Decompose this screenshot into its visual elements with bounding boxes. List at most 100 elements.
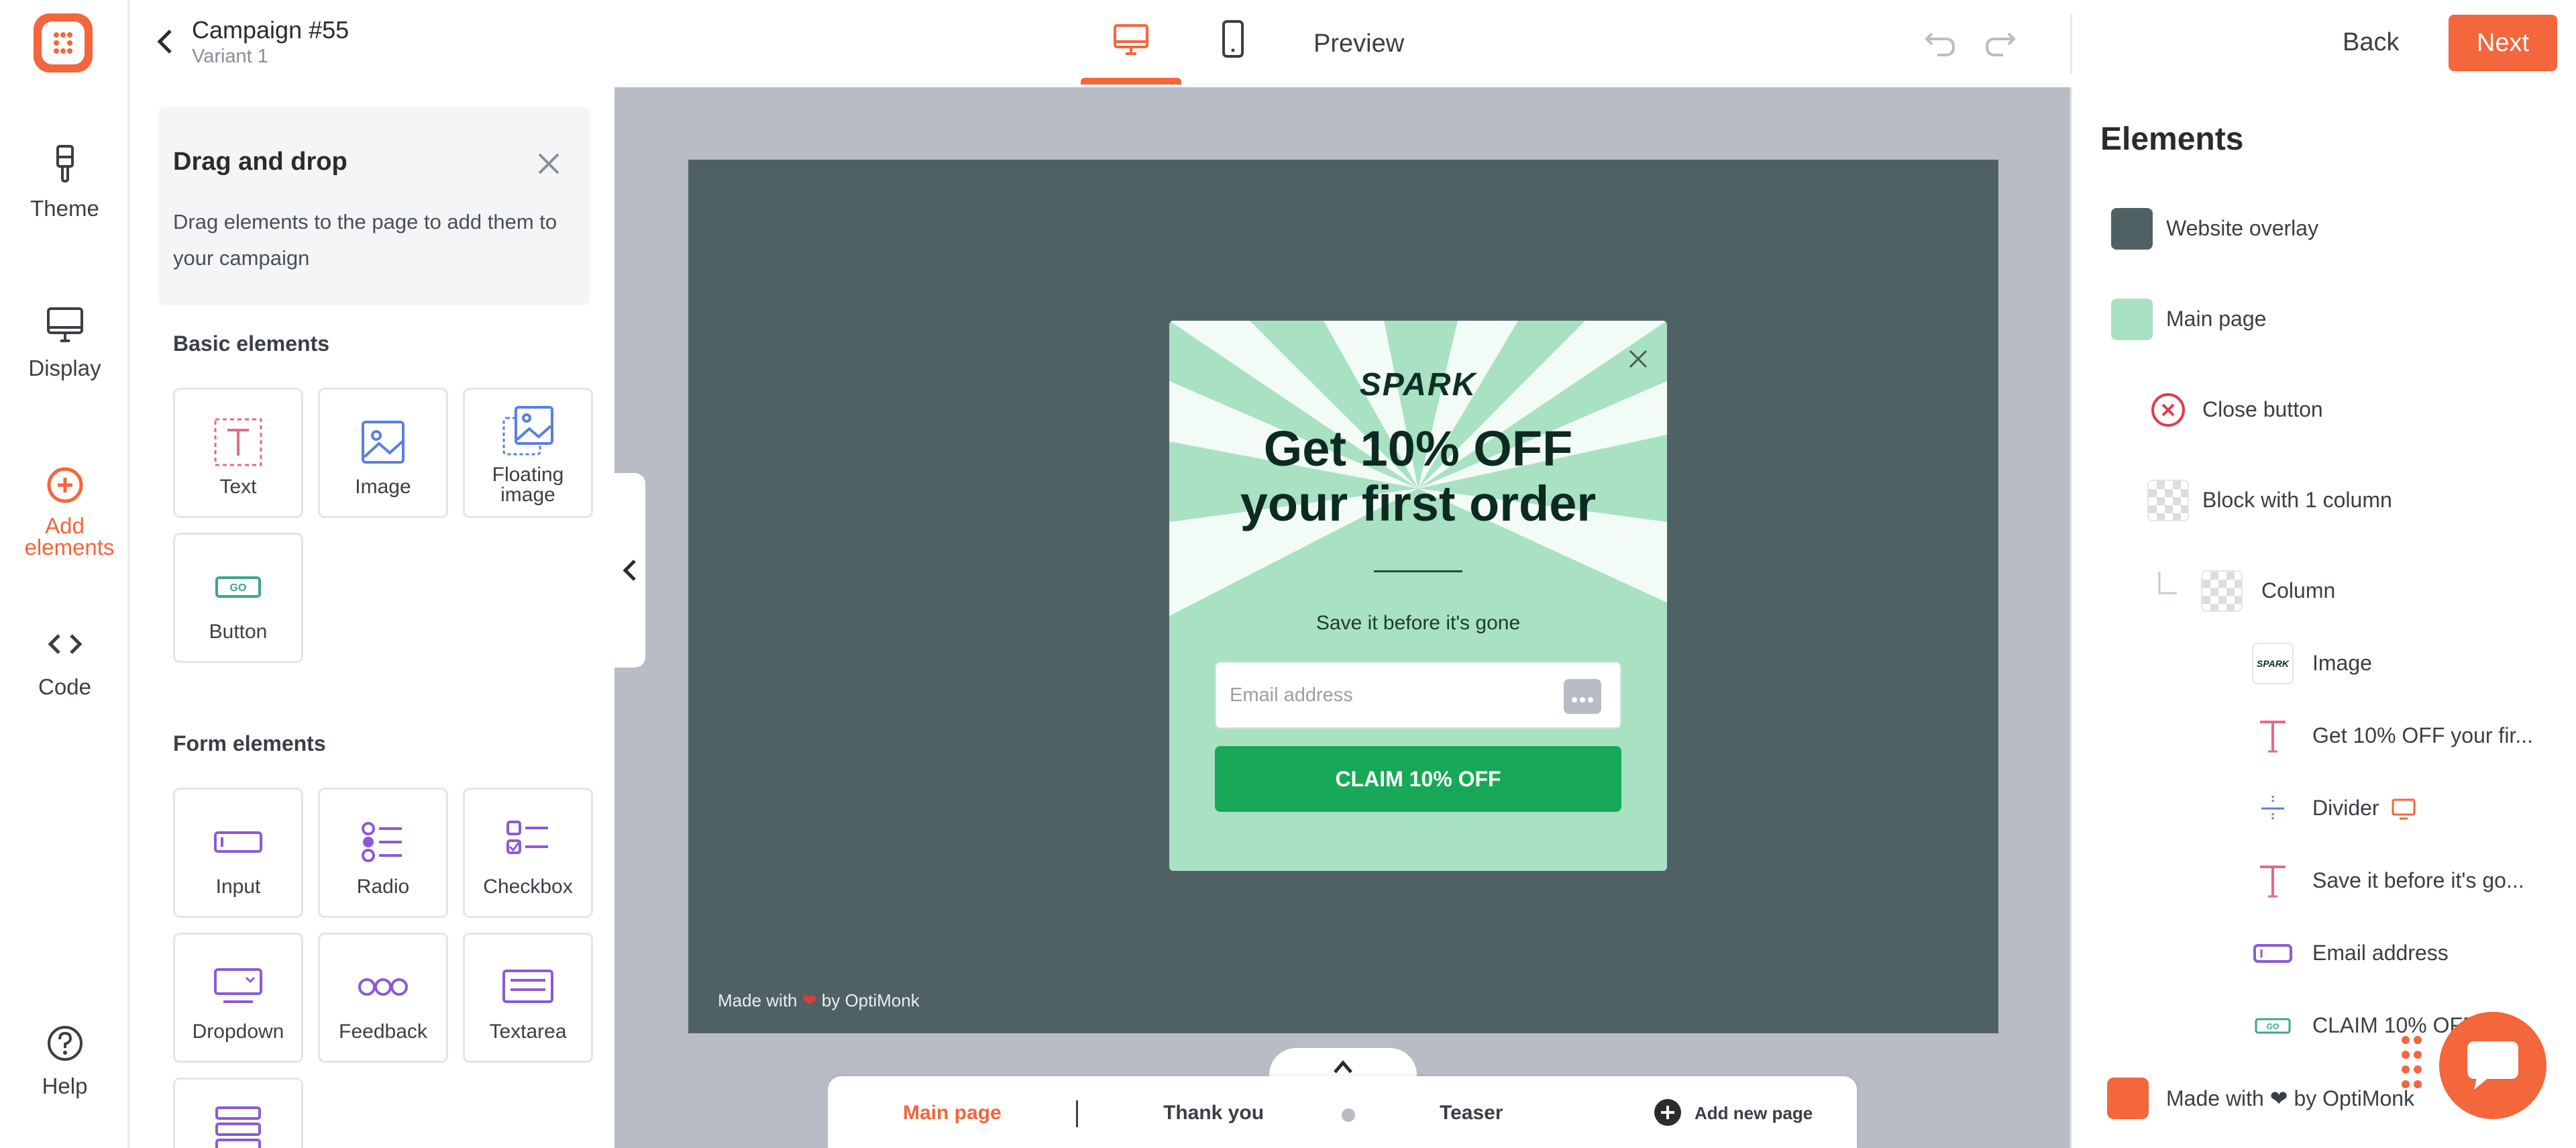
page-tab-thank-you[interactable]: Thank you: [1163, 1102, 1264, 1125]
stack-icon: [215, 1106, 261, 1148]
basic-elements-title: Basic elements: [173, 331, 330, 356]
element-more[interactable]: [173, 1078, 303, 1148]
element-radio[interactable]: Radio: [318, 788, 448, 918]
desktop-view-icon[interactable]: [1111, 19, 1151, 59]
header-divider: [2070, 13, 2072, 74]
rail-display[interactable]: Display: [0, 302, 129, 381]
popup-main-page[interactable]: SPARK Get 10% OFF your first order Save …: [1169, 321, 1667, 871]
password-manager-icon[interactable]: [1564, 679, 1601, 714]
popup-divider[interactable]: [1374, 570, 1462, 572]
monitor-icon: [46, 307, 83, 342]
spark-logo[interactable]: SPARK: [1169, 366, 1667, 403]
email-placeholder: Email address: [1230, 684, 1353, 706]
add-page-icon[interactable]: [1653, 1098, 1682, 1127]
rail-help[interactable]: Help: [0, 1020, 129, 1099]
rail-theme[interactable]: Theme: [0, 142, 129, 221]
block-swatch: [2147, 480, 2189, 521]
email-field[interactable]: Email address: [1215, 662, 1621, 729]
text-icon: [2260, 721, 2286, 753]
checkbox-icon: [506, 821, 548, 854]
made-with-optimonk[interactable]: Made with ❤ by OptiMonk: [718, 990, 920, 1011]
element-text-label: Text: [219, 476, 257, 498]
layer-column[interactable]: Column: [2261, 578, 2335, 603]
close-button-icon: [2151, 393, 2185, 427]
chat-widget-button[interactable]: [2439, 1012, 2546, 1119]
app-logo[interactable]: [34, 13, 93, 72]
textarea-icon: [502, 970, 553, 1003]
svg-text:GO: GO: [2267, 1022, 2279, 1031]
website-overlay[interactable]: Made with ❤ by OptiMonk SPARK Get 10% OF…: [688, 160, 1998, 1033]
element-floating-image[interactable]: Floating image: [463, 388, 593, 518]
headline-line-2: your first order: [1240, 476, 1597, 531]
element-text[interactable]: Text: [173, 388, 303, 518]
elements-panel: Drag and drop Drag elements to the page …: [131, 87, 614, 1148]
optimonk-logo-icon: [2107, 1078, 2149, 1119]
popup-subtext[interactable]: Save it before it's gone: [1169, 612, 1667, 635]
active-device-indicator: [1081, 78, 1181, 85]
page-separator: [1076, 1100, 1078, 1127]
layer-subtext[interactable]: Save it before it's go...: [2312, 868, 2524, 893]
element-input-label: Input: [215, 876, 261, 898]
rail-add-elements[interactable]: Add elements: [0, 441, 129, 558]
page-tab-main[interactable]: Main page: [903, 1102, 1002, 1125]
element-floating-image-label: Floating image: [492, 464, 564, 506]
element-feedback[interactable]: Feedback: [318, 933, 448, 1063]
layer-close-button[interactable]: Close button: [2202, 397, 2323, 422]
element-input[interactable]: Input: [173, 788, 303, 918]
image-icon: [362, 421, 405, 464]
rail-display-label: Display: [28, 356, 101, 380]
drag-drop-hint: Drag and drop Drag elements to the page …: [158, 107, 590, 305]
feedback-icon: [358, 978, 408, 996]
next-button[interactable]: Next: [2449, 15, 2557, 71]
layer-email-address[interactable]: Email address: [2312, 941, 2449, 966]
heart-icon: ❤: [802, 990, 817, 1010]
preview-button[interactable]: Preview: [1313, 30, 1404, 58]
collapse-panel-tab[interactable]: [614, 473, 645, 668]
divider-icon: [2261, 796, 2284, 821]
rail-code[interactable]: Code: [0, 621, 129, 700]
layer-image[interactable]: Image: [2312, 651, 2372, 676]
undo-icon[interactable]: [1923, 27, 1957, 59]
mobile-view-icon[interactable]: [1213, 19, 1253, 59]
layers-title: Elements: [2100, 121, 2244, 157]
layer-main-page[interactable]: Main page: [2166, 307, 2266, 331]
chevron-up-icon: [1334, 1060, 1352, 1074]
claim-button[interactable]: CLAIM 10% OFF: [1215, 746, 1621, 812]
layer-made-with[interactable]: Made with ❤ by OptiMonk: [2166, 1086, 2414, 1111]
drag-handle-icon[interactable]: [2399, 1033, 2426, 1094]
add-new-page-button[interactable]: Add new page: [1695, 1103, 1813, 1124]
layer-divider[interactable]: Divider: [2312, 796, 2379, 821]
element-dropdown-label: Dropdown: [192, 1021, 284, 1043]
button-icon: GO: [215, 576, 261, 598]
close-icon[interactable]: [534, 149, 564, 178]
element-textarea-label: Textarea: [489, 1021, 567, 1043]
input-icon: [214, 831, 262, 853]
element-textarea[interactable]: Textarea: [463, 933, 593, 1063]
element-checkbox[interactable]: Checkbox: [463, 788, 593, 918]
made-with-suffix: by OptiMonk: [821, 990, 920, 1010]
redo-icon[interactable]: [1983, 27, 2018, 59]
chevron-left-icon[interactable]: [152, 27, 178, 56]
rail-help-label: Help: [42, 1074, 88, 1098]
element-image-label: Image: [355, 476, 411, 498]
element-button[interactable]: GO Button: [173, 533, 303, 663]
paintbrush-icon: [56, 145, 74, 182]
page-tab-teaser[interactable]: Teaser: [1440, 1102, 1503, 1125]
element-button-label: Button: [209, 621, 268, 643]
layer-block-1-column[interactable]: Block with 1 column: [2202, 488, 2392, 513]
plus-circle-icon: [47, 467, 83, 503]
overlay-swatch: [2111, 208, 2153, 250]
svg-text:GO: GO: [230, 582, 247, 594]
chevron-left-icon: [623, 560, 636, 581]
pages-bar: Main page Thank you Teaser Add new page: [828, 1076, 1857, 1148]
popup-headline[interactable]: Get 10% OFF your first order: [1169, 421, 1667, 531]
floating-image-icon: [502, 406, 553, 456]
element-dropdown[interactable]: Dropdown: [173, 933, 303, 1063]
element-image[interactable]: Image: [318, 388, 448, 518]
layer-website-overlay[interactable]: Website overlay: [2166, 216, 2318, 241]
help-icon: [47, 1026, 83, 1061]
column-swatch: [2201, 570, 2243, 612]
back-button[interactable]: Back: [2343, 28, 2399, 57]
rail-code-label: Code: [38, 674, 91, 699]
layer-headline[interactable]: Get 10% OFF your fir...: [2312, 723, 2533, 748]
